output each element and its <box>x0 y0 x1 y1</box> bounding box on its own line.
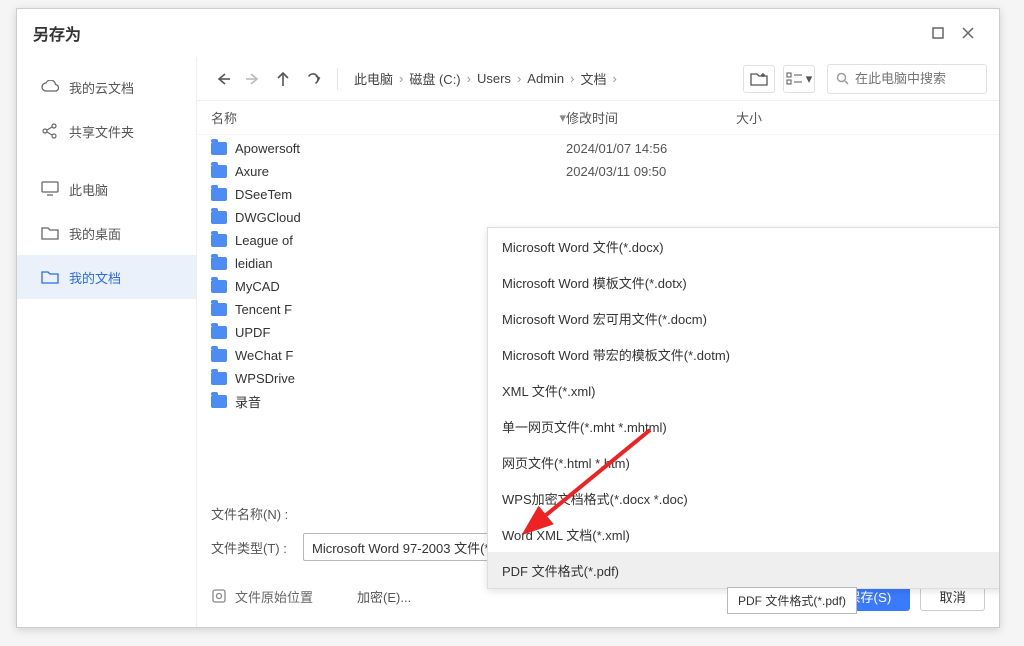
origin-label: 文件原始位置 <box>235 587 313 606</box>
search-box[interactable] <box>827 64 987 94</box>
file-name: Apowersoft <box>235 141 300 156</box>
forward-button[interactable] <box>239 65 267 93</box>
file-name: DSeeTem <box>235 187 292 202</box>
sidebar-item-label: 我的桌面 <box>69 224 121 243</box>
filetype-option[interactable]: Word XML 文档(*.xml) <box>488 516 999 552</box>
header-name[interactable]: 名称▾ <box>211 108 566 127</box>
refresh-button[interactable] <box>299 65 327 93</box>
folder-icon <box>211 303 227 316</box>
sidebar-item-thispc[interactable]: 此电脑 <box>17 167 196 211</box>
share-icon <box>41 122 59 140</box>
folder-icon <box>211 257 227 270</box>
origin-location[interactable]: 文件原始位置 <box>211 587 313 606</box>
monitor-icon <box>41 180 59 198</box>
folder-icon <box>211 280 227 293</box>
filetype-option[interactable]: Microsoft Word 模板文件(*.dotx) <box>488 264 999 300</box>
filetype-dropdown[interactable]: Microsoft Word 文件(*.docx)Microsoft Word … <box>487 227 999 589</box>
dialog-body: 我的云文档 共享文件夹 此电脑 我的桌面 我的文档 <box>17 57 999 627</box>
sidebar-item-label: 我的云文档 <box>69 78 134 97</box>
chevron-right-icon: › <box>399 71 403 86</box>
view-mode-button[interactable]: ▾ <box>783 65 815 93</box>
table-row[interactable]: DWGCloud <box>197 206 999 229</box>
new-folder-button[interactable] <box>743 65 775 93</box>
folder-outline-icon <box>41 268 59 286</box>
titlebar: 另存为 <box>17 9 999 57</box>
folder-icon <box>211 395 227 408</box>
filename-label: 文件名称(N) : <box>211 504 291 523</box>
folder-icon <box>211 188 227 201</box>
folder-icon <box>211 165 227 178</box>
folder-icon <box>211 211 227 224</box>
file-name: UPDF <box>235 325 270 340</box>
file-name: WeChat F <box>235 348 293 363</box>
folder-icon <box>211 142 227 155</box>
crumb[interactable]: 磁盘 (C:) <box>409 69 460 88</box>
file-name: Tencent F <box>235 302 292 317</box>
sidebar-item-label: 此电脑 <box>69 180 108 199</box>
filetype-option[interactable]: XML 文件(*.xml) <box>488 372 999 408</box>
crumb[interactable]: Users <box>477 71 511 86</box>
close-button[interactable] <box>953 18 983 48</box>
save-as-dialog: 另存为 我的云文档 共享文件夹 此电脑 我的桌面 <box>16 8 1000 628</box>
filetype-option[interactable]: Microsoft Word 文件(*.docx) <box>488 228 999 264</box>
folder-icon <box>211 372 227 385</box>
file-name: WPSDrive <box>235 371 295 386</box>
chevron-right-icon: › <box>467 71 471 86</box>
table-row[interactable]: Axure 2024/03/11 09:50 <box>197 160 999 183</box>
up-button[interactable] <box>269 65 297 93</box>
chevron-right-icon: › <box>613 71 617 86</box>
filetype-option[interactable]: PDF 文件格式(*.pdf) <box>488 552 999 588</box>
crumb[interactable]: 文档 <box>580 69 606 88</box>
back-button[interactable] <box>209 65 237 93</box>
filetype-option[interactable]: Microsoft Word 宏可用文件(*.docm) <box>488 300 999 336</box>
location-icon <box>211 588 227 604</box>
crumb[interactable]: 此电脑 <box>354 69 393 88</box>
maximize-button[interactable] <box>923 18 953 48</box>
filetype-option[interactable]: Microsoft Word 带宏的模板文件(*.dotm) <box>488 336 999 372</box>
filetype-option[interactable]: WPS加密文档格式(*.docx *.doc) <box>488 480 999 516</box>
table-row[interactable]: DSeeTem <box>197 183 999 206</box>
folder-icon <box>211 326 227 339</box>
header-size[interactable]: 大小 <box>736 108 836 127</box>
file-name: 录音 <box>235 392 261 411</box>
search-icon <box>836 72 849 85</box>
file-name: MyCAD <box>235 279 280 294</box>
dialog-title: 另存为 <box>33 21 923 45</box>
crumb[interactable]: Admin <box>527 71 564 86</box>
file-mtime: 2024/01/07 14:56 <box>566 141 736 156</box>
chevron-right-icon: › <box>570 71 574 86</box>
toolbar: 此电脑 › 磁盘 (C:) › Users › Admin › 文档 › ▾ <box>197 57 999 101</box>
file-name: Axure <box>235 164 269 179</box>
tooltip: PDF 文件格式(*.pdf) <box>727 587 857 614</box>
sidebar-item-share[interactable]: 共享文件夹 <box>17 109 196 153</box>
sidebar-item-cloud[interactable]: 我的云文档 <box>17 65 196 109</box>
folder-icon <box>211 234 227 247</box>
file-name: League of <box>235 233 293 248</box>
sidebar-item-label: 我的文档 <box>69 268 121 287</box>
main-panel: 此电脑 › 磁盘 (C:) › Users › Admin › 文档 › ▾ 名称▾ 修改… <box>197 57 999 627</box>
column-headers: 名称▾ 修改时间 大小 <box>197 101 999 135</box>
cloud-icon <box>41 78 59 96</box>
folder-icon <box>211 349 227 362</box>
folder-outline-icon <box>41 224 59 242</box>
search-input[interactable] <box>855 71 978 86</box>
sidebar-item-desktop[interactable]: 我的桌面 <box>17 211 196 255</box>
filetype-option[interactable]: 单一网页文件(*.mht *.mhtml) <box>488 408 999 444</box>
filetype-option[interactable]: 网页文件(*.html *.htm) <box>488 444 999 480</box>
file-name: leidian <box>235 256 273 271</box>
file-name: DWGCloud <box>235 210 301 225</box>
table-row[interactable]: Apowersoft 2024/01/07 14:56 <box>197 137 999 160</box>
file-mtime: 2024/03/11 09:50 <box>566 164 736 179</box>
sidebar-item-documents[interactable]: 我的文档 <box>17 255 196 299</box>
header-mtime[interactable]: 修改时间 <box>566 108 736 127</box>
filetype-label: 文件类型(T) : <box>211 538 291 557</box>
sidebar-item-label: 共享文件夹 <box>69 122 134 141</box>
encrypt-link[interactable]: 加密(E)... <box>357 587 411 606</box>
chevron-right-icon: › <box>517 71 521 86</box>
breadcrumbs: 此电脑 › 磁盘 (C:) › Users › Admin › 文档 › <box>354 69 617 88</box>
sidebar: 我的云文档 共享文件夹 此电脑 我的桌面 我的文档 <box>17 57 197 627</box>
